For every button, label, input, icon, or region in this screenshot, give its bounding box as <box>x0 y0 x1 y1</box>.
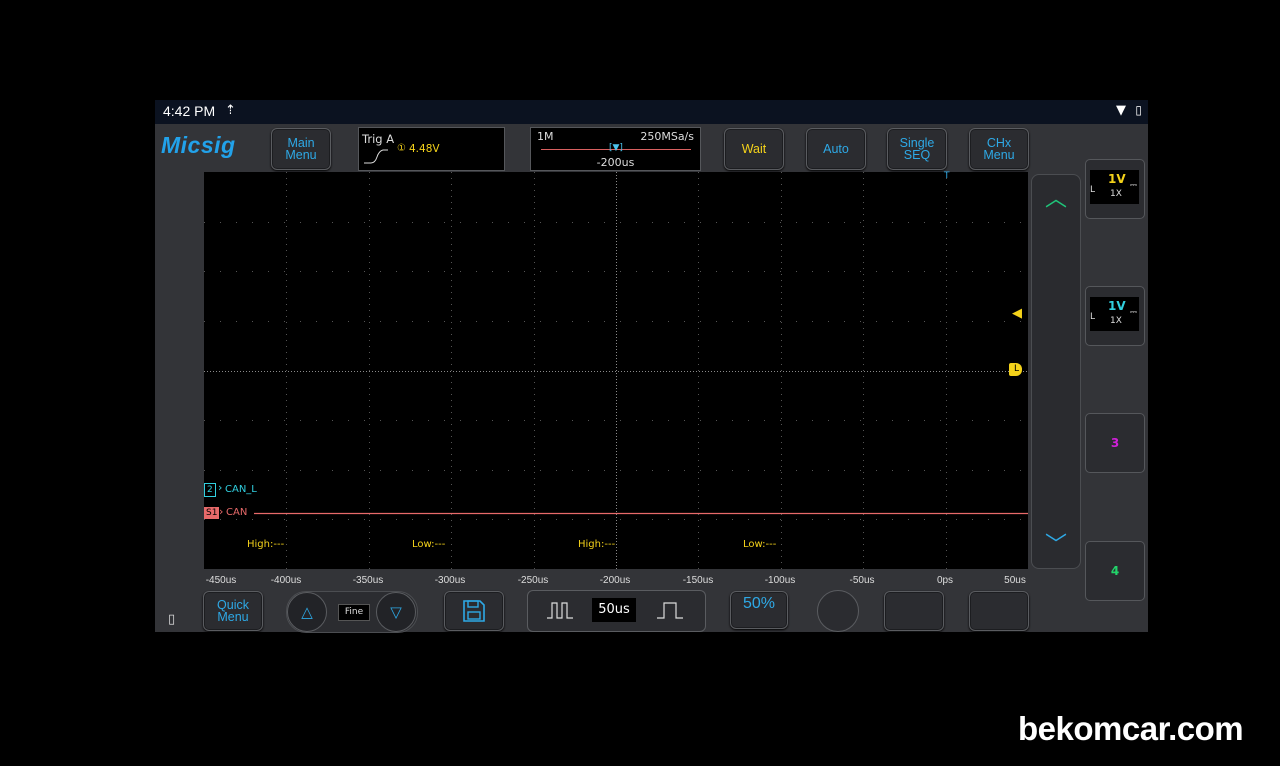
x-axis-tick-label: -300us <box>434 575 466 586</box>
decode-label: High:--- <box>578 539 616 550</box>
oscilloscope-app: Micsig Main Menu Trig A ① 4.48V 1M 250MS… <box>155 124 1148 656</box>
single-seq-button[interactable]: Single SEQ <box>887 128 947 170</box>
ch1-scale: 1V <box>1108 172 1126 186</box>
dc-coupling-icon: ⎓ <box>1129 181 1137 191</box>
s1-label-arrow-icon: › <box>219 505 224 518</box>
micsig-logo: Micsig <box>161 132 236 158</box>
fifty-percent-button[interactable]: 50% <box>730 591 788 629</box>
rising-edge-icon <box>364 149 388 164</box>
trigger-level-icon: ① <box>397 143 406 154</box>
x-axis-tick-label: -400us <box>270 575 302 586</box>
time-offset: -200us <box>596 156 635 169</box>
battery-icon: ▯ <box>168 612 176 627</box>
chevron-up-icon[interactable]: ︿ <box>1032 181 1080 213</box>
s1-number-marker: S1 <box>204 507 220 519</box>
down-triangle-icon[interactable]: ▽ <box>376 592 416 632</box>
watermark: bekomcar.com <box>1018 710 1244 747</box>
x-axis-tick-label: -450us <box>205 575 237 586</box>
narrow-pulse-icon <box>547 602 573 619</box>
channel-1-settings: L 1V 1X ⎓ <box>1090 170 1139 204</box>
vertical-scroll-bar[interactable]: ︿ ﹀ <box>1031 174 1081 569</box>
decode-label: Low:--- <box>412 539 446 550</box>
run-stop-button[interactable] <box>817 590 859 632</box>
ch3-number: 3 <box>1110 436 1120 450</box>
x-axis-tick-label: -200us <box>599 575 631 586</box>
time-position-marker-icon: [▼] <box>609 143 623 153</box>
fine-mode-label[interactable]: Fine <box>338 604 370 621</box>
graticule <box>204 172 1028 569</box>
channel-2-button[interactable]: L 1V 1X ⎓ <box>1085 286 1145 346</box>
ch2-probe: 1X <box>1110 316 1122 326</box>
waveform-screen[interactable]: T ◀ L 2 › CAN_L S1 › CAN High:--- Low:--… <box>204 171 1028 569</box>
ch2-number-marker: 2 <box>204 483 216 497</box>
channel-1-button[interactable]: L 1V 1X ⎓ <box>1085 159 1145 219</box>
s1-label: CAN <box>226 507 248 518</box>
trigger-position-marker: T <box>944 171 950 181</box>
x-axis-tick-label: -100us <box>764 575 796 586</box>
x-axis-tick-label: -250us <box>517 575 549 586</box>
ch4-number: 4 <box>1110 564 1120 578</box>
x-axis-tick-label: 50us <box>1004 575 1026 586</box>
x-axis-tick-label: 0ps <box>936 575 954 586</box>
ch2-coupling: L <box>1090 312 1096 322</box>
timebase-panel[interactable]: 1M 250MSa/s [▼] -200us <box>530 127 701 171</box>
trigger-level-value: 4.48V <box>409 143 440 155</box>
trigger-panel[interactable]: Trig A ① 4.48V <box>358 127 505 171</box>
quick-menu-button[interactable]: Quick Menu <box>203 591 263 631</box>
x-axis-tick-label: -350us <box>352 575 384 586</box>
dc-coupling-icon: ⎓ <box>1129 308 1137 318</box>
ch2-label-arrow-icon: › <box>218 481 223 494</box>
decode-label: Low:--- <box>743 539 777 550</box>
upload-arrow-icon: ⇡ <box>225 103 236 118</box>
ch1-offset-marker-icon[interactable]: ◀ <box>1012 306 1022 321</box>
status-time: 4:42 PM <box>163 103 216 119</box>
ch1-coupling: L <box>1090 185 1096 195</box>
main-menu-button[interactable]: Main Menu <box>271 128 331 170</box>
save-disk-icon <box>463 600 485 622</box>
status-bar: 4:42 PM ⇡ ▼ ▯ <box>155 100 1148 124</box>
timebase-decrease-button[interactable] <box>535 596 585 624</box>
auto-button[interactable]: Auto <box>806 128 866 170</box>
wait-button[interactable]: Wait <box>724 128 784 170</box>
sample-rate: 250MSa/s <box>640 130 694 143</box>
ch1-probe: 1X <box>1110 189 1122 199</box>
ch2-scale: 1V <box>1108 299 1126 313</box>
battery-charging-icon: ▯ <box>1135 103 1142 117</box>
display-button[interactable] <box>884 591 944 631</box>
channel-3-button[interactable]: 3 <box>1085 413 1145 473</box>
x-axis-tick-label: -50us <box>849 575 875 586</box>
trigger-level-marker[interactable]: L <box>1009 363 1023 376</box>
trigger-label: Trig A <box>362 132 395 146</box>
channel-2-settings: L 1V 1X ⎓ <box>1090 297 1139 331</box>
wifi-icon: ▼ <box>1116 103 1126 118</box>
decode-label: High:--- <box>247 539 285 550</box>
wide-pulse-icon <box>657 602 683 619</box>
measure-button[interactable] <box>969 591 1029 631</box>
chx-menu-button[interactable]: CHx Menu <box>969 128 1029 170</box>
timebase-increase-button[interactable] <box>645 596 695 624</box>
clipped-region <box>760 632 1148 656</box>
x-axis-tick-label: -150us <box>682 575 714 586</box>
ch2-label: CAN_L <box>225 484 257 495</box>
save-button[interactable] <box>444 591 504 631</box>
memory-depth: 1M <box>537 130 554 143</box>
channel-4-button[interactable]: 4 <box>1085 541 1145 601</box>
timebase-value: 50us <box>592 598 636 622</box>
chevron-down-icon[interactable]: ﹀ <box>1032 527 1080 559</box>
up-triangle-icon[interactable]: △ <box>287 592 327 632</box>
